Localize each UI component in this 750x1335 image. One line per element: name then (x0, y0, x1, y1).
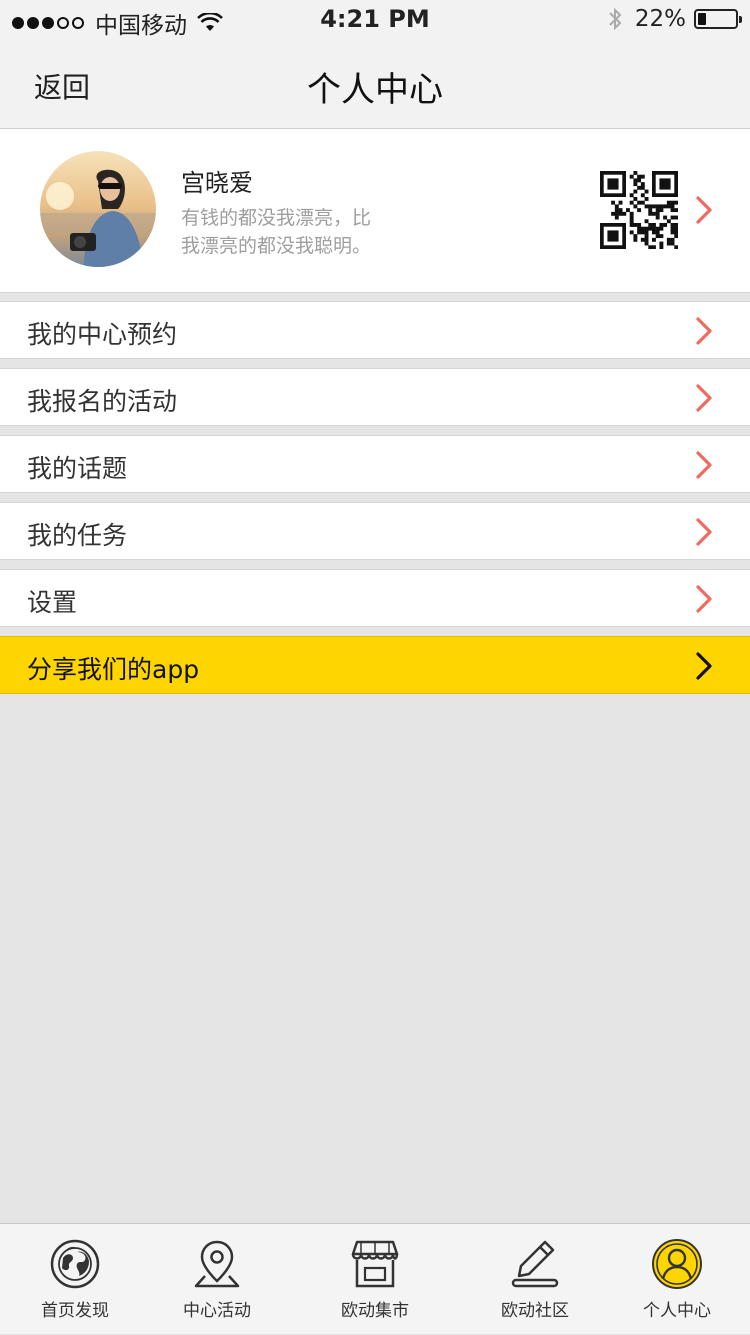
menu-item-label: 我报名的活动 (27, 387, 178, 416)
tab-label: 欧动社区 (501, 1301, 569, 1321)
tab-personal-center[interactable]: 个人中心 (602, 1224, 750, 1335)
menu-item-my-reservations[interactable]: 我的中心预约 (0, 301, 750, 359)
menu-item-label: 我的话题 (27, 454, 128, 483)
status-right: 22% (607, 6, 742, 32)
share-app-label: 分享我们的app (27, 655, 200, 684)
status-left: 中国移动 (12, 6, 223, 40)
menu-item-my-tasks[interactable]: 我的任务 (0, 502, 750, 560)
chevron-right-icon (696, 384, 712, 412)
chevron-right-icon (696, 196, 712, 224)
menu-item-label: 我的中心预约 (27, 320, 178, 349)
tab-label: 首页发现 (41, 1301, 109, 1321)
tab-home-discover[interactable]: 首页发现 (0, 1224, 150, 1335)
battery-percent: 22% (634, 6, 686, 32)
store-icon (351, 1240, 399, 1288)
chevron-right-icon (696, 451, 712, 479)
carrier-name: 中国移动 (95, 13, 187, 39)
tab-oudong-community[interactable]: 欧动社区 (460, 1224, 610, 1335)
profile-card[interactable]: 宫晓爱 有钱的都没我漂亮，比 我漂亮的都没我聪明。 (0, 129, 750, 293)
menu-item-label: 我的任务 (27, 521, 128, 550)
motto-line-1: 有钱的都没我漂亮，比 (181, 207, 372, 229)
globe-icon (50, 1239, 100, 1289)
menu-item-label: 设置 (27, 588, 78, 617)
back-button[interactable]: 返回 (34, 66, 90, 106)
wifi-icon (197, 13, 223, 31)
user-motto: 有钱的都没我漂亮，比 我漂亮的都没我聪明。 (181, 204, 411, 260)
avatar[interactable] (40, 151, 156, 267)
tab-bar: 首页发现 中心活动 欧动集市 欧动社区 个人中心 (0, 1223, 750, 1334)
tab-label: 中心活动 (183, 1301, 251, 1321)
tab-label: 个人中心 (643, 1301, 711, 1321)
location-pin-icon (194, 1240, 240, 1288)
signal-strength-icon (12, 17, 87, 29)
share-app-button[interactable]: 分享我们的app (0, 636, 750, 694)
menu-item-my-registered-events[interactable]: 我报名的活动 (0, 368, 750, 426)
tab-label: 欧动集市 (341, 1301, 409, 1321)
chevron-right-icon (696, 652, 712, 680)
user-name: 宫晓爱 (181, 169, 253, 197)
battery-icon (694, 9, 742, 29)
menu-item-my-topics[interactable]: 我的话题 (0, 435, 750, 493)
menu-item-settings[interactable]: 设置 (0, 569, 750, 627)
qr-code-icon[interactable] (600, 171, 678, 249)
status-bar: 中国移动 4:21 PM 22% (0, 0, 750, 40)
page-title: 个人中心 (307, 70, 443, 110)
user-icon (652, 1239, 702, 1289)
tab-oudong-market[interactable]: 欧动集市 (300, 1224, 450, 1335)
avatar-photo (40, 169, 156, 267)
motto-line-2: 我漂亮的都没我聪明。 (181, 235, 372, 257)
pencil-icon (511, 1240, 559, 1288)
tab-center-activities[interactable]: 中心活动 (142, 1224, 292, 1335)
chevron-right-icon (696, 317, 712, 345)
bluetooth-icon (609, 7, 622, 31)
navigation-bar: 返回 个人中心 (0, 40, 750, 129)
chevron-right-icon (696, 585, 712, 613)
chevron-right-icon (696, 518, 712, 546)
